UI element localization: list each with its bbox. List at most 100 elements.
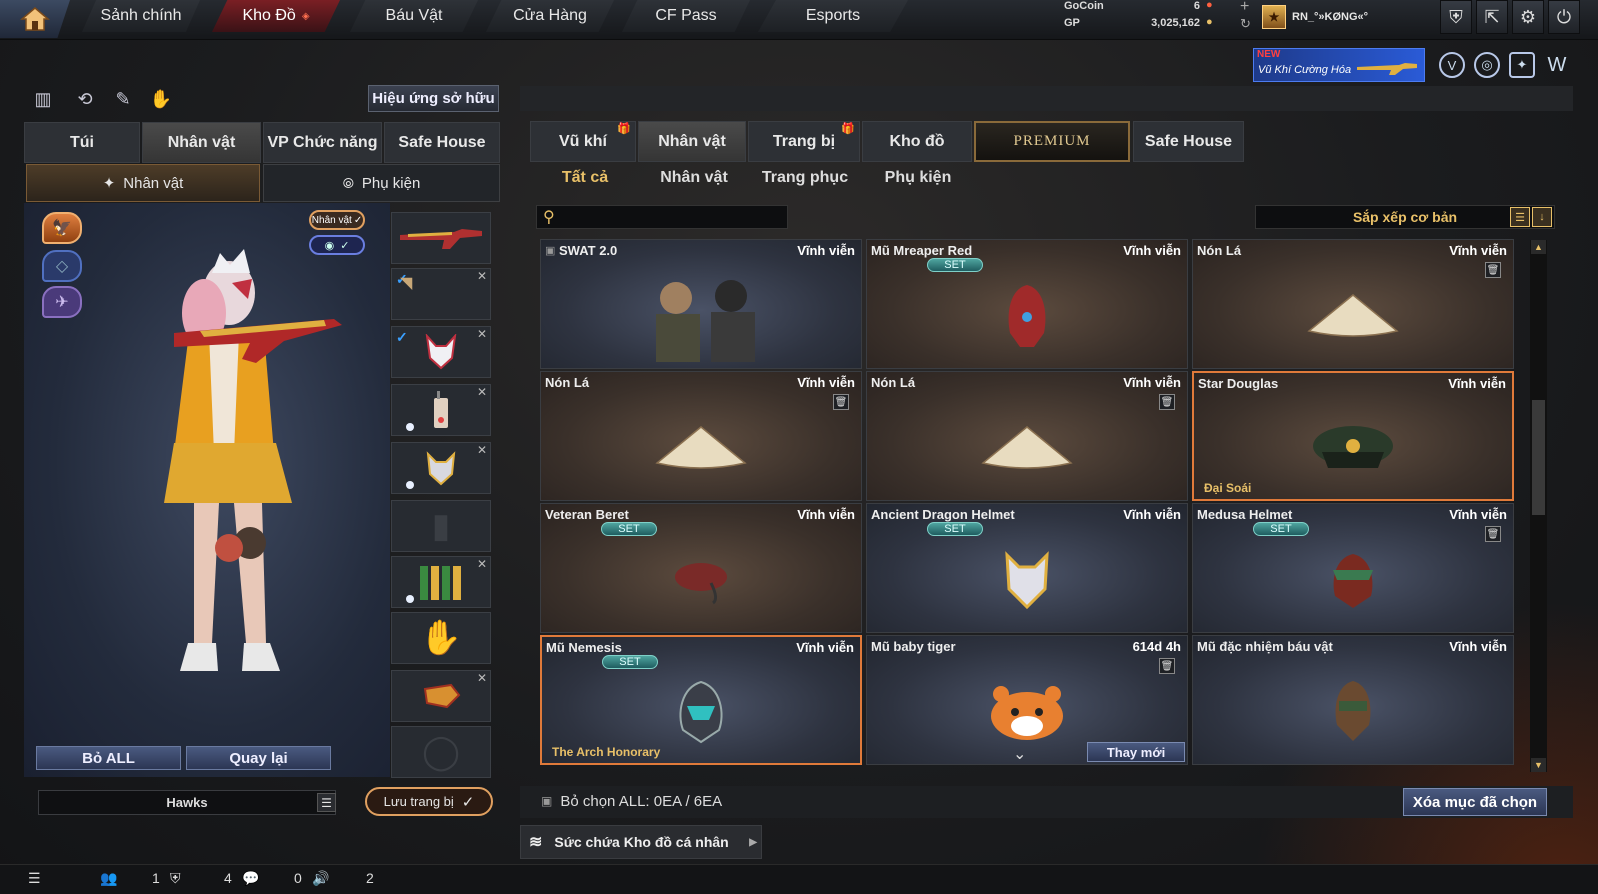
left-tab-safe-house[interactable]: Safe House [384, 122, 500, 163]
item-card-special-ops-treasure[interactable]: Mũ đặc nhiệm báu vật Vĩnh viễn [1192, 635, 1514, 765]
item-grid-scrollbar[interactable]: ▲ ▼ [1530, 240, 1547, 772]
refresh-icon[interactable]: ↻ [1240, 16, 1251, 32]
close-icon[interactable]: ✕ [477, 443, 487, 457]
left-subtab-accessories[interactable]: ⦾ Phụ kiện [263, 164, 500, 202]
item-card-star-douglas[interactable]: Star Douglas Vĩnh viễn Đại Soái [1192, 371, 1514, 501]
item-card-ancient-dragon-helmet[interactable]: Ancient Dragon Helmet Vĩnh viễn SET [866, 503, 1188, 633]
menu-list-icon[interactable]: ☰ [28, 870, 41, 887]
slot-dragon-helmet[interactable]: ✕ [391, 442, 491, 494]
sort-list-icon[interactable]: ☰ [1510, 207, 1530, 227]
scroll-down-icon[interactable]: ▼ [1531, 758, 1546, 772]
slot-empty-vest[interactable]: ▮ [391, 500, 491, 552]
slot-backpack[interactable]: ✕ [391, 556, 491, 608]
character-edit-icon[interactable]: ✎ [110, 86, 136, 112]
clan-icon[interactable]: ⛨ [170, 870, 181, 887]
scroll-up-icon[interactable]: ▲ [1531, 240, 1546, 254]
chat-icon[interactable]: 💬 [242, 870, 259, 887]
nav-tab-cf-pass[interactable]: CF Pass [622, 0, 750, 32]
right-tab-weapon[interactable]: Vũ khí 🎁 [530, 121, 636, 162]
right-tab-premium[interactable]: PREMIUM [974, 121, 1130, 162]
glove-icon[interactable]: ✋ [148, 86, 174, 112]
nav-tab-shop[interactable]: Cửa Hàng [486, 0, 614, 32]
left-tab-bag[interactable]: Túi [24, 122, 140, 163]
nav-tab-inventory[interactable]: Kho Đồ ◈ [212, 0, 340, 32]
delete-selected-button[interactable]: Xóa mục đã chọn [1403, 788, 1547, 816]
right-tab-storage[interactable]: Kho đồ [862, 121, 972, 162]
ranking-icon[interactable]: ▥ [30, 86, 56, 112]
speaker-icon[interactable]: 🔊 [312, 870, 329, 887]
promo-banner[interactable]: NEW Vũ Khí Cường Hóa [1253, 48, 1425, 82]
filter-accessory[interactable]: Phụ kiện [868, 167, 968, 189]
item-card-non-la-3[interactable]: Nón Lá Vĩnh viễn 🗑 [866, 371, 1188, 501]
user-info[interactable]: ★ RN_°»KØNG«° [1262, 4, 1368, 30]
item-card-mreaper-red[interactable]: Mũ Mreaper Red Vĩnh viễn SET [866, 239, 1188, 369]
close-icon[interactable]: ✕ [477, 327, 487, 341]
owned-effects-button[interactable]: Hiệu ứng sở hữu [368, 85, 499, 112]
globe-icon[interactable]: ◎ [1474, 52, 1500, 78]
left-tab-character[interactable]: Nhân vật [142, 122, 261, 163]
character-toggle-badge[interactable]: Nhân vật ✓ [309, 210, 365, 230]
item-card-non-la-1[interactable]: Nón Lá Vĩnh viễn 🗑 [1192, 239, 1514, 369]
nav-tab-treasure[interactable]: Báu Vật [350, 0, 478, 32]
v-emblem-icon[interactable]: W [1544, 52, 1570, 78]
slot-weapon[interactable] [391, 212, 491, 264]
storage-capacity-button[interactable]: ≋ Sức chứa Kho đồ cá nhân ▶ [520, 825, 762, 859]
skill-badge-icon[interactable]: ✦ [1509, 52, 1535, 78]
renew-button[interactable]: Thay mới [1087, 742, 1185, 762]
item-card-non-la-2[interactable]: Nón Lá Vĩnh viễn 🗑 [540, 371, 862, 501]
class-bird-icon[interactable]: ✈ [42, 286, 82, 318]
slot-head[interactable]: ✓ ✕ ◥ [391, 268, 491, 320]
search-field[interactable]: ⚲ [536, 205, 788, 229]
preset-menu-icon[interactable]: ☰ [317, 793, 336, 812]
check-icon: ✓ [461, 793, 475, 811]
close-icon[interactable]: ✕ [477, 385, 487, 399]
chevron-down-icon[interactable]: ⌄ [1013, 744, 1026, 764]
preset-name-field[interactable]: Hawks [38, 790, 336, 815]
power-icon[interactable]: ⏻ [1548, 0, 1580, 34]
filter-all[interactable]: Tất cả [540, 167, 630, 189]
right-tab-equipment[interactable]: Trang bị 🎁 [748, 121, 860, 162]
item-card-baby-tiger[interactable]: Mũ baby tiger 614d 4h 🗑 ⌄ Thay mới [866, 635, 1188, 765]
unselect-all-toggle[interactable]: ▣ Bỏ chọn ALL: 0EA / 6EA [541, 789, 722, 813]
wallet: GoCoin 6 ● GP 3,025,162 ● [1060, 0, 1230, 36]
remove-all-button[interactable]: Bỏ ALL [36, 746, 181, 770]
sort-direction-icon[interactable]: ↓ [1532, 207, 1552, 227]
friends-icon[interactable]: 👥 [100, 870, 117, 887]
home-button[interactable] [0, 0, 70, 38]
filter-costume[interactable]: Trang phục [750, 167, 860, 189]
clan-shield-icon[interactable]: ⛨ [1440, 0, 1472, 34]
slot-empty-ring[interactable]: ◯ [391, 726, 491, 778]
item-card-veteran-beret[interactable]: Veteran Beret Vĩnh viễn SET [540, 503, 862, 633]
slot-mask[interactable]: ✓ ✕ [391, 326, 491, 378]
left-tab-function-items[interactable]: VP Chức năng [263, 122, 382, 163]
history-icon[interactable]: ⟲ [72, 86, 98, 112]
scroll-thumb[interactable] [1532, 400, 1545, 515]
slot-radio[interactable]: ✕ [391, 384, 491, 436]
right-tab-character[interactable]: Nhân vật [638, 121, 746, 162]
filter-character[interactable]: Nhân vật [644, 167, 744, 189]
gear-icon[interactable]: ⚙ [1512, 0, 1544, 34]
slot-knuckle[interactable]: ✕ [391, 670, 491, 722]
add-coin-icon[interactable]: + [1240, 0, 1249, 16]
right-tab-safe-house[interactable]: Safe House [1133, 121, 1244, 162]
character-preview[interactable] [24, 203, 390, 777]
item-card-medusa-helmet[interactable]: Medusa Helmet Vĩnh viễn SET 🗑 [1192, 503, 1514, 633]
back-button[interactable]: Quay lại [186, 746, 331, 770]
slot-empty-glove[interactable]: ✋ [391, 612, 491, 664]
vip-shield-icon[interactable]: V [1439, 52, 1465, 78]
close-icon[interactable]: ✕ [477, 557, 487, 571]
close-icon[interactable]: ✕ [477, 671, 487, 685]
nav-tab-esports[interactable]: Esports [758, 0, 908, 32]
class-hawk-icon[interactable]: 🦅 [42, 212, 82, 244]
visibility-toggle-badge[interactable]: ◉ ✓ [309, 235, 365, 255]
nav-tab-lobby[interactable]: Sảnh chính [82, 0, 200, 32]
search-input[interactable] [562, 209, 773, 225]
item-card-swat[interactable]: SWAT 2.0 ▣ Vĩnh viễn [540, 239, 862, 369]
item-card-nemesis[interactable]: Mũ Nemesis Vĩnh viễn SET The Arch Honora… [540, 635, 862, 765]
class-helmet-icon[interactable]: ◇ [42, 250, 82, 282]
save-loadout-button[interactable]: Lưu trang bị ✓ [365, 787, 493, 816]
gocoin-label: GoCoin [1064, 0, 1104, 12]
left-subtab-character[interactable]: ✦ Nhân vật [26, 164, 260, 202]
exit-room-icon[interactable]: ⇱ [1476, 0, 1508, 34]
close-icon[interactable]: ✕ [477, 269, 487, 283]
